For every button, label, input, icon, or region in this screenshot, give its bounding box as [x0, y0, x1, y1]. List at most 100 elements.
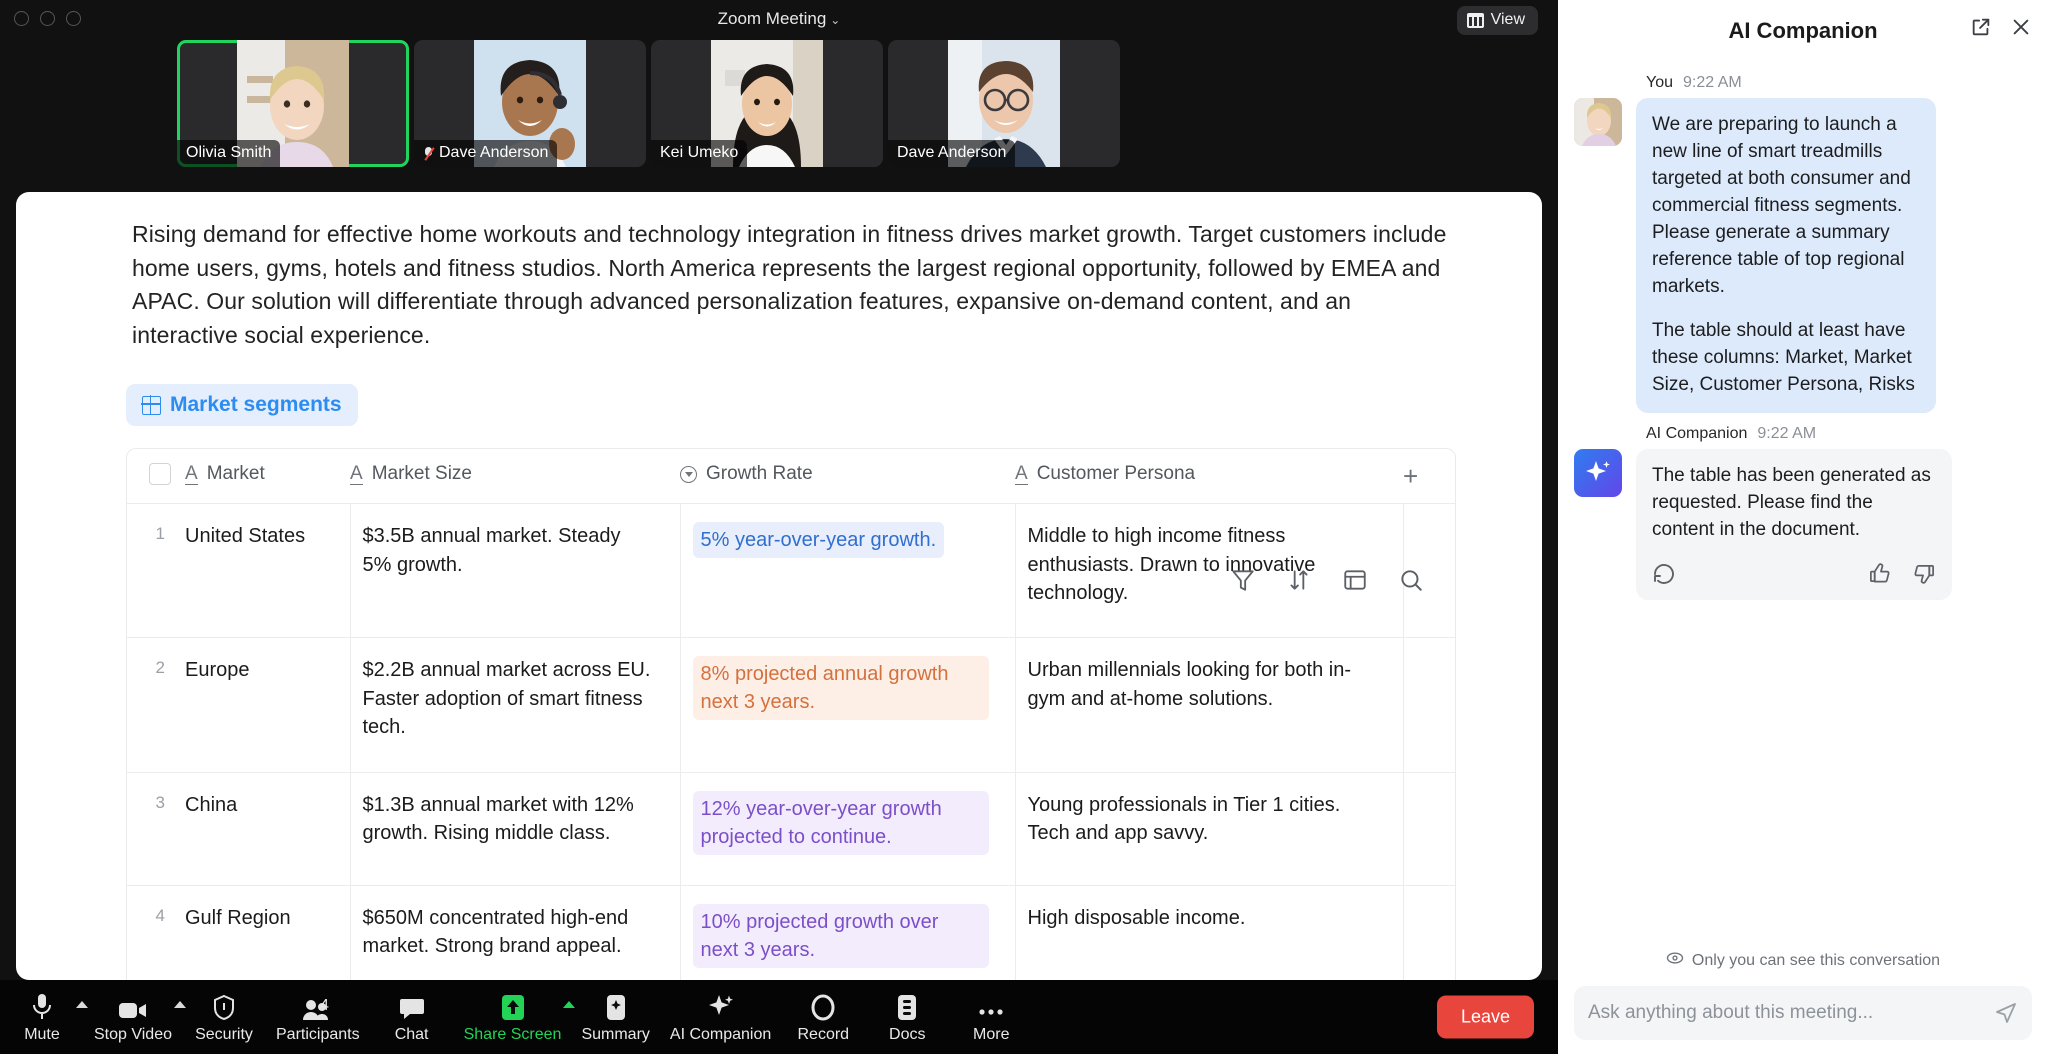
toolbar-button-docs[interactable]: Docs	[865, 991, 949, 1044]
row-number: 4	[127, 885, 185, 980]
message-time: 9:22 AM	[1757, 425, 1816, 443]
cell-market[interactable]: Gulf Region	[185, 885, 350, 980]
select-all-cell[interactable]	[127, 449, 185, 504]
thumbs-down-icon[interactable]	[1913, 562, 1936, 585]
video-tile-0[interactable]: Olivia Smith	[177, 40, 409, 167]
toolbar-button-record-label: Record	[797, 1026, 849, 1044]
toolbar-button-share-screen[interactable]: Share Screen	[454, 991, 572, 1044]
cell-growth-rate[interactable]: 5% year-over-year growth.	[680, 504, 1015, 638]
participant-nameplate: Dave Anderson	[888, 140, 1015, 167]
participant-nameplate: Kei Umeko	[651, 140, 747, 167]
table-row[interactable]: 3 China $1.3B annual market with 12% gro…	[127, 772, 1456, 885]
thumbs-up-icon[interactable]	[1868, 562, 1891, 585]
chevron-down-icon: ⌄	[830, 13, 840, 27]
growth-rate-badge: 8% projected annual growth next 3 years.	[693, 656, 989, 720]
message-bubble: The table has been generated as requeste…	[1636, 449, 1952, 600]
toolbar-button-security-label: Security	[195, 1026, 253, 1044]
meeting-title[interactable]: Zoom Meeting⌄	[0, 9, 1558, 29]
shield-icon	[212, 991, 236, 1021]
view-button[interactable]: View	[1457, 6, 1538, 35]
cell-empty	[1403, 638, 1456, 772]
video-tile-3[interactable]: Dave Anderson	[888, 40, 1120, 167]
ellipsis-icon	[977, 991, 1005, 1021]
column-header-customer-persona[interactable]: A Customer Persona	[1015, 449, 1403, 504]
record-icon	[810, 991, 836, 1021]
select-all-checkbox[interactable]	[149, 463, 171, 485]
message-author: You	[1646, 74, 1673, 92]
cell-customer-persona[interactable]: Young professionals in Tier 1 cities. Te…	[1015, 772, 1403, 885]
market-segments-table: A Market A Market Size Growth Rate	[126, 448, 1456, 980]
meeting-toolbar: Mute Stop Video Security 4 Par	[0, 980, 1558, 1054]
participant-name: Kei Umeko	[660, 144, 738, 162]
cell-market-size[interactable]: $1.3B annual market with 12% growth. Ris…	[350, 772, 680, 885]
regenerate-icon[interactable]	[1652, 562, 1676, 586]
filter-icon[interactable]	[1230, 567, 1256, 593]
toolbar-button-participants[interactable]: 4 Participants	[266, 991, 370, 1044]
cell-empty	[1403, 772, 1456, 885]
cell-customer-persona-text: Young professionals in Tier 1 cities. Te…	[1016, 791, 1377, 848]
popout-icon[interactable]	[1970, 16, 1992, 38]
ai-companion-avatar	[1574, 449, 1622, 497]
message-paragraph: The table should at least have these col…	[1652, 318, 1920, 399]
message-paragraph: The table has been generated as requeste…	[1652, 463, 1936, 544]
cell-customer-persona-text: High disposable income.	[1016, 904, 1377, 932]
video-tile-2[interactable]: Kei Umeko	[651, 40, 883, 167]
cell-customer-persona[interactable]: High disposable income.	[1015, 885, 1403, 980]
cell-market[interactable]: United States	[185, 504, 350, 638]
tab-market-segments[interactable]: Market segments	[126, 384, 358, 426]
search-icon[interactable]	[1398, 567, 1424, 593]
column-header-customer-persona-label: Customer Persona	[1037, 463, 1195, 485]
view-button-label: View	[1491, 11, 1525, 29]
table-toolbar	[1230, 567, 1424, 593]
text-type-icon: A	[1015, 464, 1028, 485]
toolbar-button-share-screen-label: Share Screen	[464, 1026, 562, 1044]
cell-growth-rate[interactable]: 10% projected growth over next 3 years.	[680, 885, 1015, 980]
microphone-icon	[31, 991, 53, 1021]
toolbar-button-summary[interactable]: Summary	[571, 991, 659, 1044]
toolbar-button-stop-video[interactable]: Stop Video	[84, 991, 182, 1044]
toolbar-button-record[interactable]: Record	[781, 991, 865, 1044]
message-time: 9:22 AM	[1683, 74, 1742, 92]
close-icon[interactable]	[2010, 16, 2032, 38]
message-actions	[1652, 562, 1936, 586]
cell-market-size[interactable]: $2.2B annual market across EU. Faster ad…	[350, 638, 680, 772]
toolbar-button-security[interactable]: Security	[182, 991, 266, 1044]
video-tile-1[interactable]: Dave Anderson	[414, 40, 646, 167]
toolbar-button-mute[interactable]: Mute	[0, 991, 84, 1044]
send-icon[interactable]	[1994, 1001, 2018, 1025]
column-header-growth-rate[interactable]: Growth Rate	[680, 449, 1015, 504]
single-select-icon	[680, 466, 697, 483]
ai-companion-input[interactable]	[1588, 1002, 1994, 1024]
table-row[interactable]: 2 Europe $2.2B annual market across EU. …	[127, 638, 1456, 772]
text-type-icon: A	[185, 464, 198, 485]
add-column-cell[interactable]: +	[1403, 449, 1456, 504]
cell-customer-persona-text: Middle to high income fitness enthusiast…	[1016, 522, 1377, 607]
toolbar-button-chat[interactable]: Chat	[370, 991, 454, 1044]
summary-icon	[605, 991, 627, 1021]
message-meta: AI Companion 9:22 AM	[1646, 425, 2032, 443]
column-header-market-size[interactable]: A Market Size	[350, 449, 680, 504]
cell-market[interactable]: Europe	[185, 638, 350, 772]
document-paragraph: Rising demand for effective home workout…	[132, 218, 1456, 352]
cell-market-size[interactable]: $3.5B annual market. Steady 5% growth.	[350, 504, 680, 638]
toolbar-button-docs-label: Docs	[889, 1026, 925, 1044]
add-column-icon[interactable]: +	[1403, 463, 1418, 489]
chat-bubble-icon	[399, 991, 425, 1021]
sort-icon[interactable]	[1286, 567, 1312, 593]
table-row[interactable]: 4 Gulf Region $650M concentrated high-en…	[127, 885, 1456, 980]
row-number: 2	[127, 638, 185, 772]
leave-meeting-button[interactable]: Leave	[1437, 996, 1534, 1039]
ai-companion-input-row[interactable]	[1574, 986, 2032, 1040]
cell-market[interactable]: China	[185, 772, 350, 885]
column-header-market[interactable]: A Market	[185, 449, 350, 504]
group-icon[interactable]	[1342, 567, 1368, 593]
participant-nameplate: Dave Anderson	[414, 140, 557, 167]
document-tab-row: Market segments	[126, 384, 1542, 426]
cell-customer-persona[interactable]: Urban millennials looking for both in-gy…	[1015, 638, 1403, 772]
cell-growth-rate[interactable]: 8% projected annual growth next 3 years.	[680, 638, 1015, 772]
cell-growth-rate[interactable]: 12% year-over-year growth projected to c…	[680, 772, 1015, 885]
cell-market-size-text: $650M concentrated high-end market. Stro…	[351, 904, 654, 961]
cell-market-size[interactable]: $650M concentrated high-end market. Stro…	[350, 885, 680, 980]
toolbar-button-ai-companion[interactable]: AI Companion	[660, 991, 781, 1044]
toolbar-button-more[interactable]: More	[949, 991, 1033, 1044]
